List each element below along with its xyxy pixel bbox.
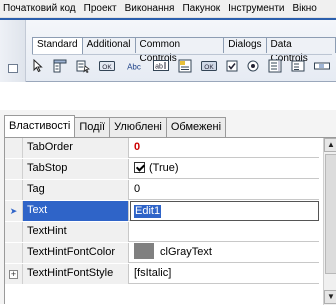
menu-package[interactable]: Пакунок <box>178 3 224 14</box>
property-name: Text <box>23 201 129 221</box>
property-value[interactable]: 0 <box>130 180 319 200</box>
palette-tools: OK Abc ab OK <box>32 54 332 76</box>
property-name: TabOrder <box>23 138 129 158</box>
popupmenu-icon[interactable] <box>76 58 90 74</box>
current-row-arrow-icon: ➤ <box>5 201 23 221</box>
property-value[interactable]: [fsItalic] <box>130 264 319 284</box>
tab-restricted[interactable]: Обмежені <box>166 117 227 137</box>
label-icon[interactable]: Abc <box>124 58 144 74</box>
property-value: (True) <box>149 162 179 174</box>
tab-standard[interactable]: Standard <box>32 37 83 54</box>
property-row[interactable]: TextHintFontColor clGrayText <box>5 243 319 263</box>
row-gutter <box>5 180 23 200</box>
tab-events[interactable]: Події <box>75 117 111 137</box>
row-gutter <box>5 138 23 158</box>
property-value-checkbox[interactable]: (True) <box>130 159 319 179</box>
row-gutter <box>5 159 23 179</box>
property-value[interactable] <box>130 222 319 242</box>
scrollbar-icon[interactable] <box>314 58 330 74</box>
tab-additional[interactable]: Additional <box>82 37 136 53</box>
memo-icon[interactable] <box>178 58 192 74</box>
tab-common-controls[interactable]: Common Controls <box>135 37 225 64</box>
togglebox-icon-label: OK <box>204 64 214 71</box>
menu-source[interactable]: Початковий код <box>0 3 80 14</box>
menu-tools[interactable]: Інструменти <box>224 3 288 14</box>
vertical-scrollbar[interactable]: ▲ ▼ <box>323 138 336 305</box>
pointer-icon[interactable] <box>32 58 44 74</box>
edit-icon-text: ab <box>155 64 163 71</box>
listbox-icon[interactable] <box>268 58 282 74</box>
tab-dialogs[interactable]: Dialogs <box>224 37 267 53</box>
row-gutter: + <box>5 264 23 284</box>
row-gutter <box>5 243 23 263</box>
combobox-icon[interactable] <box>291 58 305 74</box>
togglebox-icon[interactable]: OK <box>201 58 217 74</box>
edit-icon[interactable]: ab <box>153 58 169 74</box>
checkbox-icon[interactable] <box>226 58 238 74</box>
menu-bar: Початковий код Проект Виконання Пакунок … <box>0 0 336 18</box>
property-name: TabStop <box>23 159 129 179</box>
tab-properties[interactable]: Властивості <box>4 115 76 137</box>
property-value-editor[interactable]: Edit1 <box>130 201 319 221</box>
property-row-selected[interactable]: ➤ Text Edit1 <box>5 201 319 221</box>
menu-project[interactable]: Проект <box>80 3 121 14</box>
view-icon[interactable] <box>8 64 18 73</box>
button-icon-label: OK <box>102 64 112 71</box>
tab-favorites[interactable]: Улюблені <box>110 117 167 137</box>
color-swatch <box>134 243 154 259</box>
property-row[interactable]: TextHint <box>5 222 319 242</box>
property-name: TextHintFontStyle <box>23 264 129 284</box>
property-value-color[interactable]: clGrayText <box>130 243 319 263</box>
menu-window[interactable]: Вікно <box>289 3 321 14</box>
inspector-tabs: Властивості Події Улюблені Обмежені <box>4 115 227 137</box>
property-row[interactable]: Tag 0 <box>5 180 319 200</box>
property-row[interactable]: TabStop (True) <box>5 159 319 179</box>
selected-text: Edit1 <box>134 205 162 218</box>
menu-run[interactable]: Виконання <box>121 3 179 14</box>
property-name: Tag <box>23 180 129 200</box>
property-value[interactable]: 0 <box>130 138 319 158</box>
component-palette: Standard Additional Common Controls Dial… <box>0 18 336 82</box>
label-icon-text: Abc <box>127 62 141 71</box>
button-icon[interactable]: OK <box>99 58 115 74</box>
scroll-thumb[interactable] <box>325 154 336 274</box>
scroll-up-icon[interactable]: ▲ <box>324 138 336 152</box>
property-grid: TabOrder 0 TabStop (True) Tag 0 ➤ Text E… <box>4 137 336 305</box>
object-inspector: Властивості Події Улюблені Обмежені TabO… <box>0 110 336 305</box>
property-name: TextHintFontColor <box>23 243 129 263</box>
checkbox-checked-icon[interactable] <box>134 162 145 173</box>
property-value: clGrayText <box>160 246 212 258</box>
expand-plus-icon[interactable]: + <box>9 269 18 279</box>
mainmenu-icon[interactable] <box>53 58 67 74</box>
row-gutter <box>5 222 23 242</box>
radiobutton-icon[interactable] <box>247 58 259 74</box>
palette-tabs: Standard Additional Common Controls Dial… <box>32 37 336 64</box>
scroll-down-icon[interactable]: ▼ <box>324 290 336 304</box>
property-row[interactable]: + TextHintFontStyle [fsItalic] <box>5 264 319 284</box>
property-name: TextHint <box>23 222 129 242</box>
palette-side-panel <box>0 20 26 82</box>
property-row[interactable]: TabOrder 0 <box>5 138 319 158</box>
tab-data-controls[interactable]: Data Controls <box>266 37 336 64</box>
